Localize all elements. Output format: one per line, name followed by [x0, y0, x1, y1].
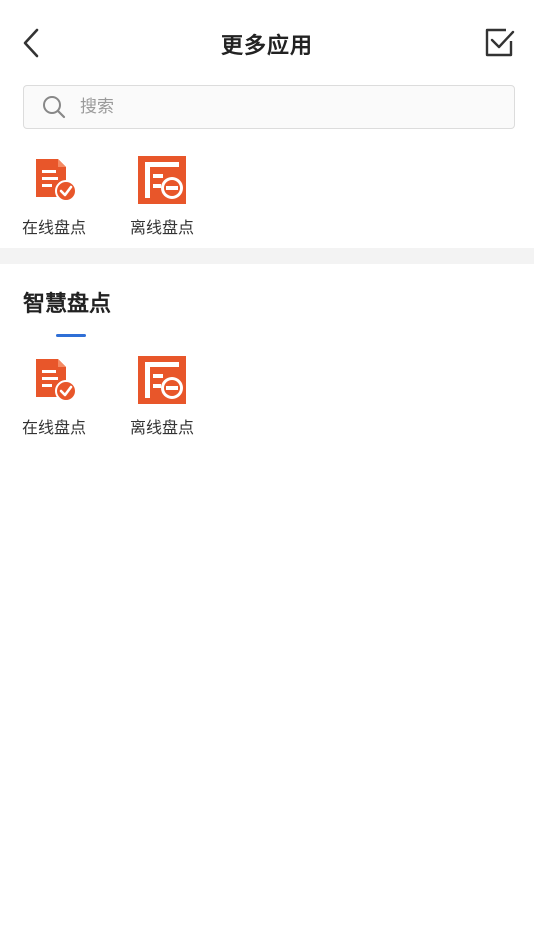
- page-title: 更多应用: [220, 34, 313, 59]
- app-label: 在线盘点: [21, 418, 86, 437]
- offline-inventory-icon: [138, 156, 186, 204]
- edit-select-button[interactable]: [482, 26, 516, 60]
- app-label: 在线盘点: [21, 218, 86, 237]
- app-online-inventory[interactable]: 在线盘点: [0, 352, 108, 438]
- search-bar[interactable]: [23, 85, 515, 129]
- search-input[interactable]: [66, 86, 514, 128]
- online-inventory-icon: [36, 159, 76, 202]
- app-offline-inventory[interactable]: 离线盘点: [108, 152, 216, 238]
- app-label: 离线盘点: [129, 218, 194, 237]
- app-offline-inventory[interactable]: 离线盘点: [108, 352, 216, 438]
- section-divider: [0, 248, 534, 264]
- section-title: 智慧盘点: [23, 292, 112, 317]
- checkbox-checked-icon: [485, 28, 515, 57]
- app-label: 离线盘点: [129, 418, 194, 437]
- section-apps-row: 在线盘点 离线盘点: [0, 352, 534, 438]
- top-apps-row: 在线盘点 离线盘点: [0, 152, 534, 238]
- top-bar: 更多应用: [0, 0, 534, 86]
- more-apps-page: 更多应用 搜索 在线盘点 离线盘点 智慧盘点 在线盘点 离线盘点: [0, 0, 534, 950]
- online-inventory-icon: [36, 359, 76, 402]
- section-tab-indicator: [56, 334, 86, 337]
- offline-inventory-icon: [138, 356, 186, 404]
- app-online-inventory[interactable]: 在线盘点: [0, 152, 108, 238]
- search-icon: [43, 96, 66, 119]
